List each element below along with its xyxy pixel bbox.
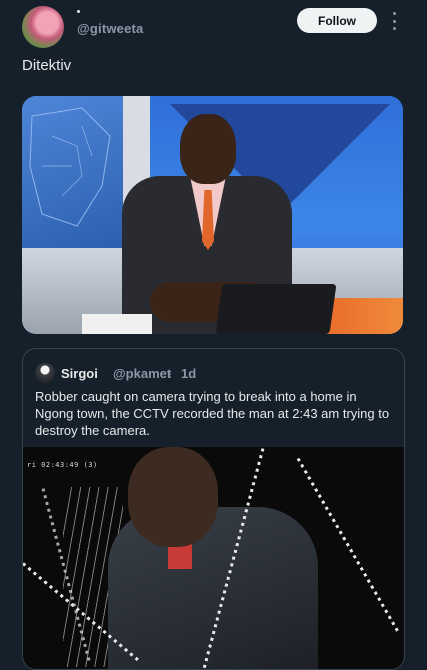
time-separator: · xyxy=(168,366,173,381)
follow-button[interactable]: Follow xyxy=(297,8,377,33)
cctv-timestamp: ri 02:43:49 (3) xyxy=(27,461,98,469)
quoted-handle[interactable]: @pkamet xyxy=(113,366,171,381)
name-dot xyxy=(77,10,80,13)
laptop xyxy=(215,284,337,334)
user-handle[interactable]: @gitweeta xyxy=(77,21,144,36)
quoted-tweet[interactable]: Sirgoi @pkamet · 1d Robber caught on cam… xyxy=(22,348,405,670)
desk-papers xyxy=(82,314,152,334)
tweet: @gitweeta Follow Ditektiv Sirgoi @pkamet… xyxy=(0,0,427,670)
quoted-timestamp[interactable]: 1d xyxy=(181,366,196,381)
quoted-display-name[interactable]: Sirgoi xyxy=(61,366,98,381)
tweet-media-image[interactable] xyxy=(22,96,403,334)
studio-accent xyxy=(322,298,403,334)
robber-face xyxy=(128,447,218,547)
more-icon[interactable] xyxy=(391,12,397,30)
avatar[interactable] xyxy=(22,6,64,48)
tweet-text: Ditektiv xyxy=(22,57,72,74)
quoted-media-image[interactable]: ri 02:43:49 (3) xyxy=(23,447,404,669)
quoted-avatar[interactable] xyxy=(35,363,55,383)
quoted-tweet-text: Robber caught on camera trying to break … xyxy=(35,389,390,438)
